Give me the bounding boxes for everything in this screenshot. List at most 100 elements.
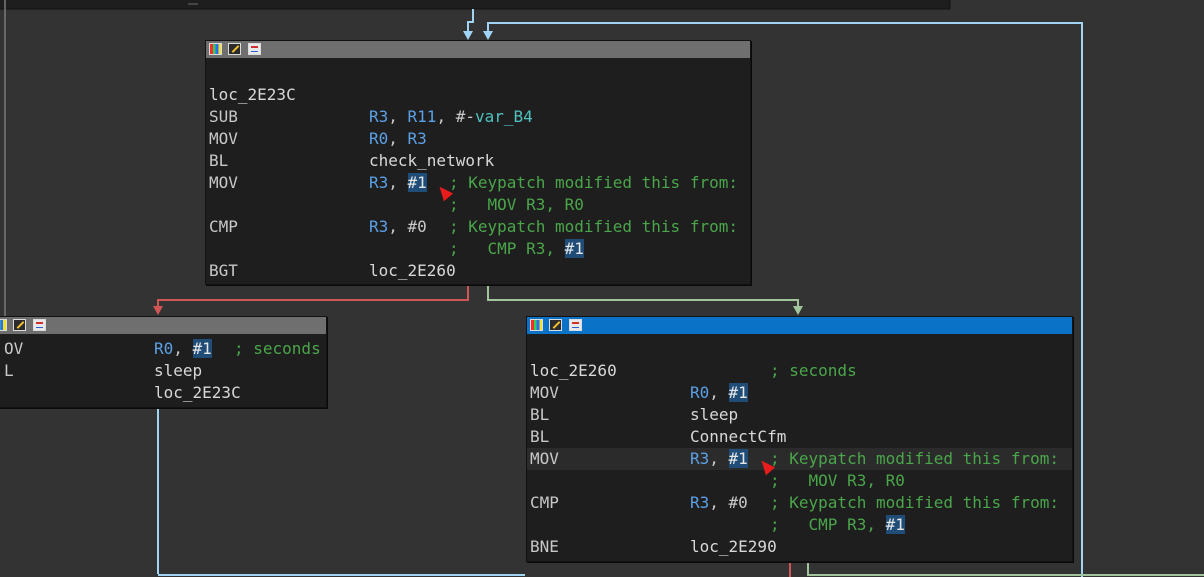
mnemonic: MOV bbox=[530, 449, 559, 468]
instruction-row[interactable]: SUB R3, R11, #-var_B4 bbox=[209, 106, 749, 128]
instruction-row[interactable]: BL ConnectCfm bbox=[530, 426, 1070, 448]
instruction-row[interactable]: MOV R3, #1 ; Keypatch modified this from… bbox=[209, 172, 749, 194]
operand-register[interactable]: R0 bbox=[154, 339, 173, 358]
instruction-row[interactable]: BL sleep bbox=[530, 404, 1070, 426]
call-target[interactable]: check_network bbox=[369, 150, 494, 172]
comment: ; CMP R3, #1 bbox=[770, 514, 905, 536]
operand-immediate-highlighted[interactable]: #1 bbox=[407, 173, 427, 192]
graph-view-icon[interactable] bbox=[248, 43, 261, 55]
comment: ; MOV R3, R0 bbox=[770, 471, 905, 490]
instruction-row[interactable]: BNE loc_2E290 bbox=[530, 536, 1070, 558]
block-titlebar-active[interactable] bbox=[527, 317, 1072, 334]
arrowhead-true-branch bbox=[793, 306, 803, 315]
operand-separator: , bbox=[709, 449, 729, 468]
code-block-sleep-loop[interactable]: OV R0, #1 ; seconds L sleep loc_2E23C bbox=[0, 316, 327, 408]
mnemonic: BL bbox=[530, 405, 550, 424]
operand-immediate-highlighted[interactable]: #1 bbox=[728, 383, 748, 402]
call-target[interactable]: sleep bbox=[690, 404, 738, 426]
comment: ; Keypatch modified this from: bbox=[449, 173, 738, 192]
instruction-row[interactable]: L sleep bbox=[4, 360, 326, 382]
comment: ; seconds bbox=[770, 361, 857, 380]
mnemonic: BL bbox=[209, 151, 229, 170]
operand-register[interactable]: R3 bbox=[690, 493, 709, 512]
comment: ; Keypatch modified this from: bbox=[770, 493, 1059, 512]
instruction-row[interactable]: BL check_network bbox=[209, 150, 749, 172]
comment: ; Keypatch modified this from: bbox=[449, 217, 738, 236]
comment: ; CMP R3, #1 bbox=[449, 238, 584, 260]
graph-view-icon[interactable] bbox=[569, 319, 582, 331]
call-target[interactable]: ConnectCfm bbox=[690, 426, 786, 448]
operand-separator: , #- bbox=[436, 107, 475, 126]
instruction-row[interactable]: OV R0, #1 ; seconds bbox=[4, 338, 326, 360]
operands: R3, #0 bbox=[369, 216, 427, 238]
color-palette-icon[interactable] bbox=[209, 43, 222, 55]
instruction-row[interactable]: MOV R0, #1 bbox=[530, 382, 1070, 404]
comment-row: ; MOV R3, R0 bbox=[530, 470, 1070, 492]
instruction-row[interactable]: BGT loc_2E260 bbox=[209, 260, 749, 282]
mnemonic: BGT bbox=[209, 261, 238, 280]
operand-immediate[interactable]: #0 bbox=[729, 493, 748, 512]
operand-register[interactable]: R0 bbox=[690, 383, 709, 402]
operands: R3, #1 bbox=[369, 172, 427, 194]
edit-pencil-icon[interactable] bbox=[549, 319, 562, 331]
instruction-row[interactable]: CMP R3, #0 ; Keypatch modified this from… bbox=[209, 216, 749, 238]
comment: ; seconds bbox=[234, 339, 321, 358]
color-palette-icon[interactable] bbox=[0, 319, 7, 331]
operand-separator: , bbox=[173, 339, 193, 358]
color-palette-icon[interactable] bbox=[530, 319, 543, 331]
operand-register[interactable]: R3 bbox=[690, 449, 709, 468]
operand-immediate[interactable]: #0 bbox=[408, 217, 427, 236]
operand-register[interactable]: R3 bbox=[369, 173, 388, 192]
edge-right-green-out bbox=[807, 560, 1204, 576]
branch-target[interactable]: loc_2E290 bbox=[690, 536, 777, 558]
operand-immediate-highlighted[interactable]: #1 bbox=[192, 339, 212, 358]
edit-pencil-icon[interactable] bbox=[228, 43, 241, 55]
operand-separator: , bbox=[388, 129, 408, 148]
block-titlebar[interactable] bbox=[206, 41, 750, 58]
operands: R3, R11, #-var_B4 bbox=[369, 106, 533, 128]
graph-view-icon[interactable] bbox=[33, 319, 46, 331]
block-label[interactable]: loc_2E23C bbox=[209, 84, 296, 106]
operand-immediate-highlighted[interactable]: #1 bbox=[728, 449, 748, 468]
arrowhead-loop-back bbox=[483, 31, 493, 40]
edge-parent-to-top bbox=[467, 9, 474, 32]
operand-separator: , bbox=[709, 493, 729, 512]
branch-target[interactable]: loc_2E260 bbox=[369, 260, 456, 282]
mnemonic: CMP bbox=[530, 493, 559, 512]
block-titlebar[interactable] bbox=[0, 317, 326, 334]
operands: R0, R3 bbox=[369, 128, 427, 150]
edge-true-branch bbox=[487, 284, 799, 307]
branch-target[interactable]: loc_2E23C bbox=[154, 382, 241, 404]
comment-immediate-highlighted[interactable]: #1 bbox=[885, 515, 905, 534]
mnemonic: MOV bbox=[209, 173, 238, 192]
operand-variable[interactable]: var_B4 bbox=[475, 107, 533, 126]
code-block-loc-2e23c[interactable]: loc_2E23C SUB R3, R11, #-var_B4 MOV R0, … bbox=[205, 40, 751, 285]
mnemonic: BNE bbox=[530, 537, 559, 556]
instruction-row-current[interactable]: MOV R3, #1 ; Keypatch modified this from… bbox=[527, 448, 1072, 470]
operand-register[interactable]: R11 bbox=[408, 107, 437, 126]
instruction-row[interactable]: CMP R3, #0 ; Keypatch modified this from… bbox=[530, 492, 1070, 514]
comment-immediate-highlighted[interactable]: #1 bbox=[564, 239, 584, 258]
mnemonic: BL bbox=[530, 427, 550, 446]
operand-register[interactable]: R3 bbox=[369, 107, 388, 126]
instruction-row[interactable]: MOV R0, R3 bbox=[209, 128, 749, 150]
operand-separator: , bbox=[388, 173, 408, 192]
comment: ; MOV R3, R0 bbox=[449, 195, 584, 214]
operand-register[interactable]: R3 bbox=[369, 217, 388, 236]
code-block-loc-2e260[interactable]: loc_2E260 ; seconds MOV R0, #1 BL sleep … bbox=[526, 316, 1073, 562]
arrowhead-parent-to-top bbox=[463, 31, 473, 40]
comment-text: ; CMP R3, bbox=[770, 515, 886, 534]
instruction-row[interactable]: loc_2E23C bbox=[4, 382, 326, 404]
comment-row: ; MOV R3, R0 bbox=[209, 194, 749, 216]
call-target[interactable]: sleep bbox=[154, 360, 202, 382]
operand-separator: , bbox=[388, 107, 408, 126]
mnemonic: L bbox=[4, 361, 14, 380]
operand-register[interactable]: R3 bbox=[408, 129, 427, 148]
block-label[interactable]: loc_2E260 bbox=[530, 360, 617, 382]
operand-separator: , bbox=[709, 383, 729, 402]
comment-row: ; CMP R3, #1 bbox=[209, 238, 749, 260]
block-label-line: loc_2E260 ; seconds bbox=[530, 360, 1070, 382]
mnemonic: MOV bbox=[209, 129, 238, 148]
operand-register[interactable]: R0 bbox=[369, 129, 388, 148]
edit-pencil-icon[interactable] bbox=[13, 319, 26, 331]
